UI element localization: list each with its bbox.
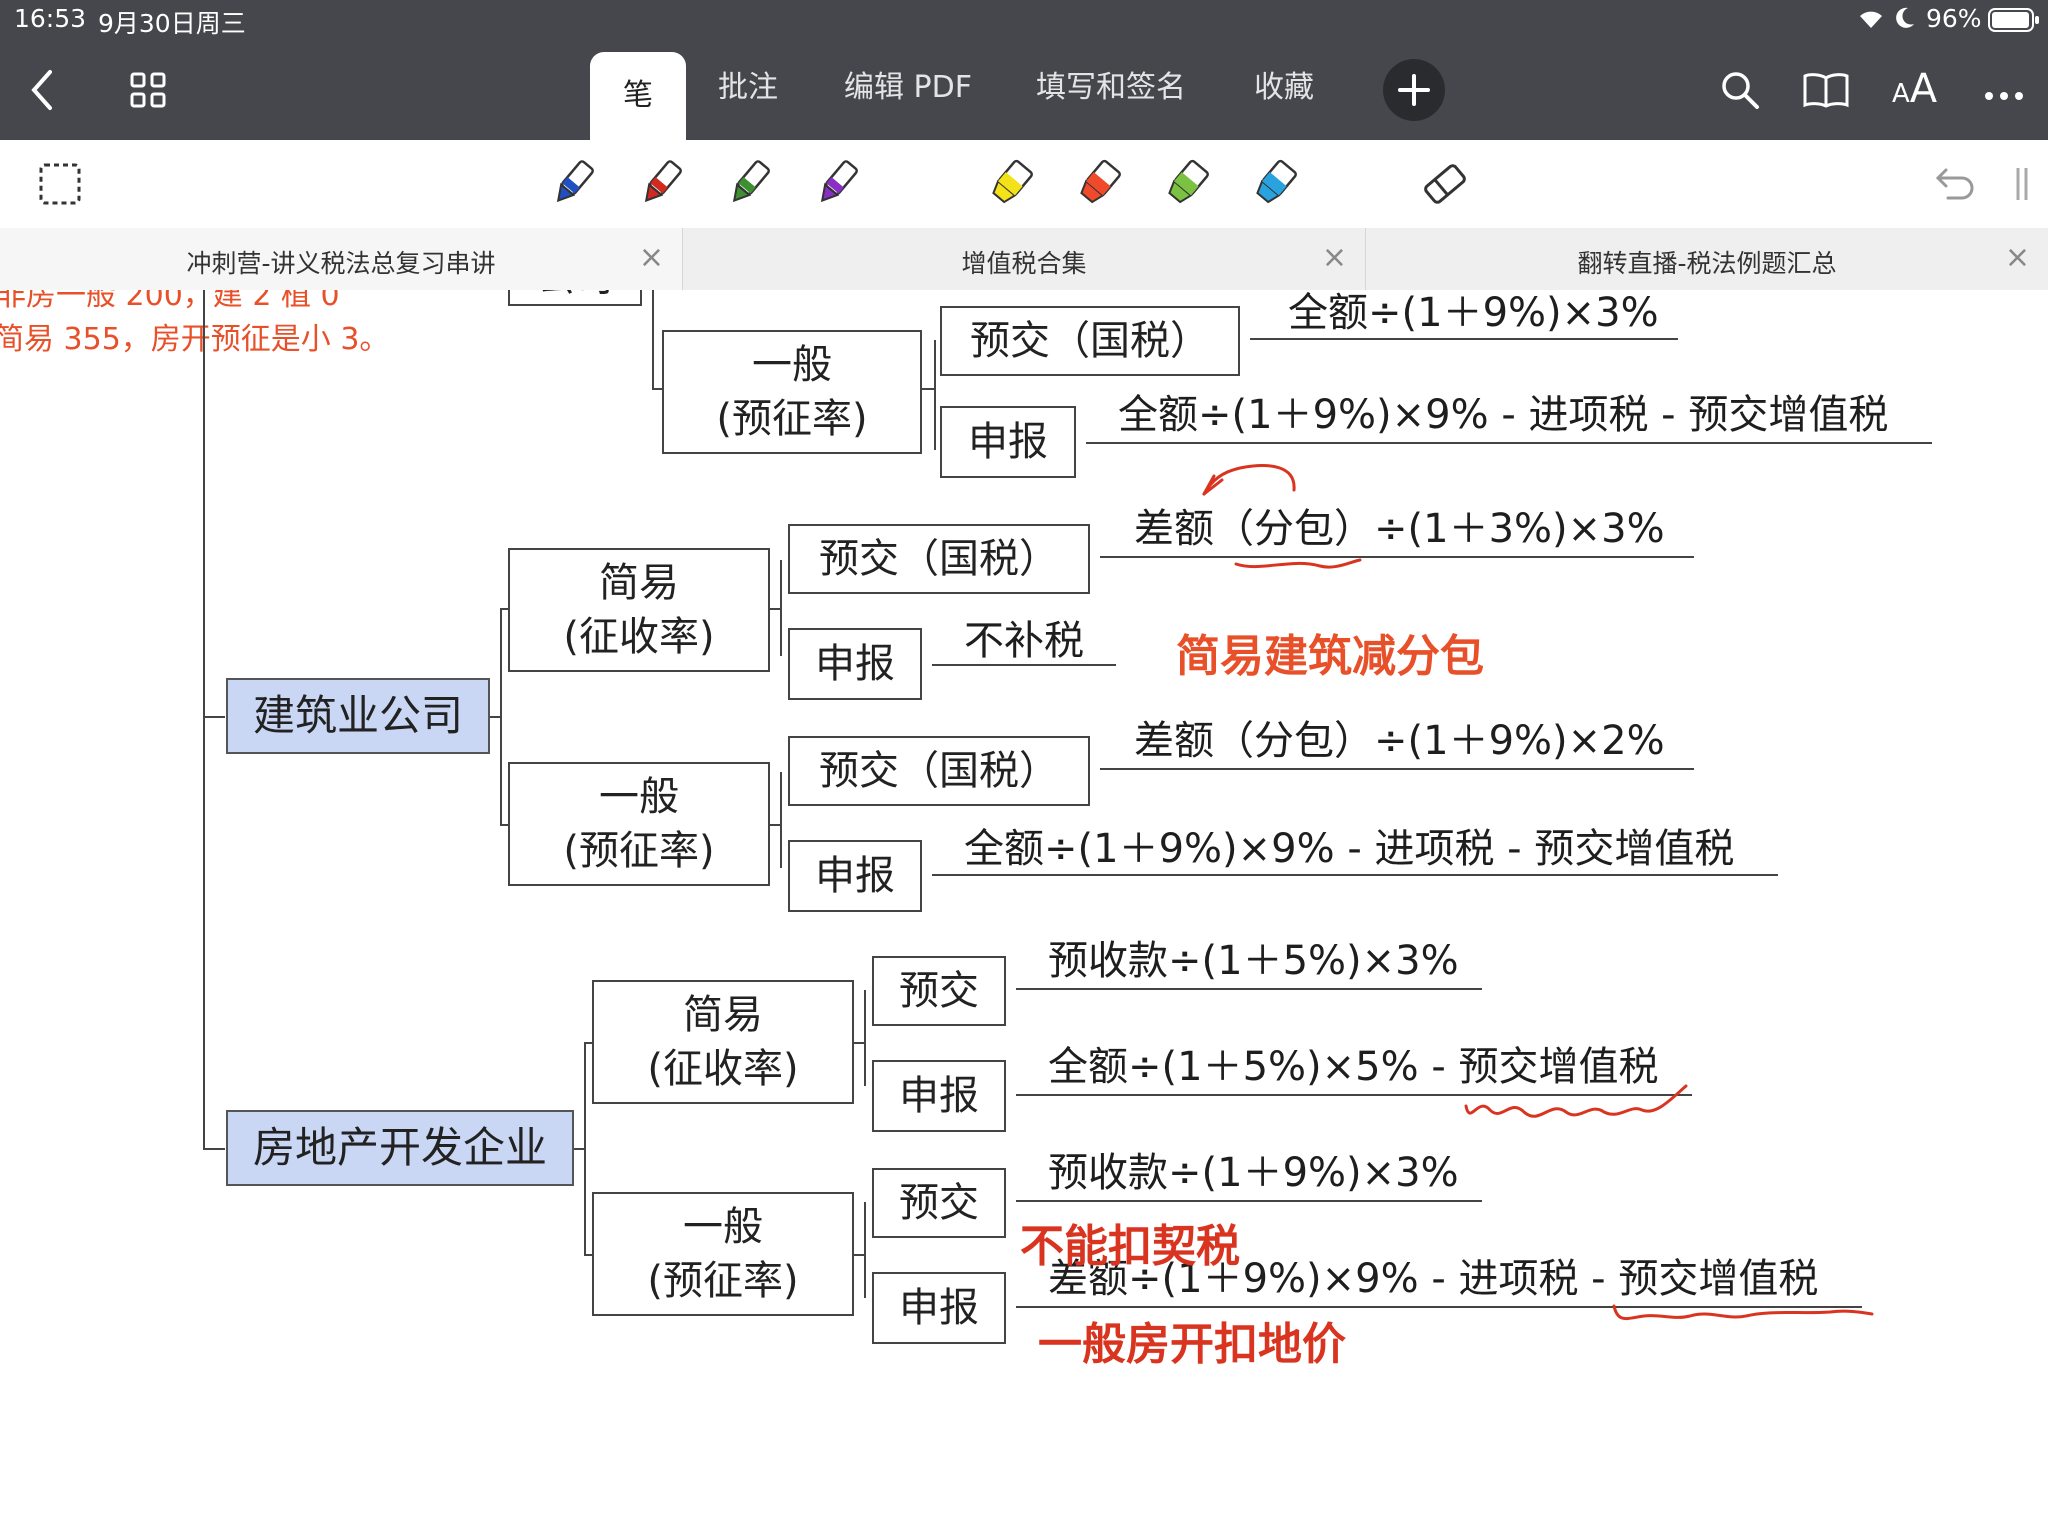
- moon-icon: [1894, 6, 1916, 34]
- tab-pen[interactable]: 笔: [590, 52, 686, 140]
- green-highlighter-icon[interactable]: [1160, 156, 1214, 214]
- doc-tab-1[interactable]: 冲刺营-讲义税法总复习串讲 ×: [0, 228, 683, 290]
- yellow-highlighter-icon[interactable]: [984, 156, 1038, 214]
- document-tabs: 冲刺营-讲义税法总复习串讲 × 增值税合集 × 翻转直播-税法例题汇总 ×: [0, 228, 2048, 290]
- tab-fill-sign[interactable]: 填写和签名: [1036, 62, 1186, 106]
- status-date: 9月30日周三: [98, 9, 246, 38]
- doc-tab-3-label: 翻转直播-税法例题汇总: [1577, 249, 1837, 278]
- blue-pen-icon[interactable]: [548, 156, 598, 214]
- blue-highlighter-icon[interactable]: [1248, 156, 1302, 214]
- wifi-icon: [1856, 6, 1886, 34]
- tab-pen-label: 笔: [623, 78, 653, 113]
- pen-toolbar: [0, 140, 2048, 229]
- grid-icon[interactable]: [130, 72, 166, 112]
- close-icon[interactable]: ×: [1322, 240, 1347, 275]
- purple-pen-icon[interactable]: [812, 156, 862, 214]
- text-size-icon[interactable]: AA: [1892, 66, 1937, 112]
- handle-icon[interactable]: [2014, 166, 2030, 206]
- doc-tab-3[interactable]: 翻转直播-税法例题汇总 ×: [1366, 228, 2048, 290]
- close-icon[interactable]: ×: [639, 240, 664, 275]
- battery-icon: [1988, 8, 2040, 36]
- more-icon[interactable]: [1984, 86, 2024, 105]
- doc-tab-2[interactable]: 增值税合集 ×: [683, 228, 1366, 290]
- ink-strokes: [1202, 464, 1874, 1320]
- doc-tab-1-label: 冲刺营-讲义税法总复习串讲: [186, 249, 496, 278]
- doc-tab-2-label: 增值税合集: [961, 249, 1087, 278]
- back-icon[interactable]: [28, 68, 56, 116]
- tab-annotate[interactable]: 批注: [718, 62, 778, 106]
- tab-edit-pdf[interactable]: 编辑 PDF: [844, 62, 972, 106]
- battery-percent: 96%: [1926, 4, 1982, 33]
- search-icon[interactable]: [1720, 70, 1760, 114]
- lasso-select-icon[interactable]: [38, 162, 82, 210]
- status-time: 16:53: [14, 4, 87, 33]
- close-icon[interactable]: ×: [2005, 240, 2030, 275]
- top-bar: 16:53 9月30日周三 96% 笔 批注 编辑 PDF 填写和签名 收藏 A…: [0, 0, 2048, 140]
- red-pen-icon[interactable]: [636, 156, 686, 214]
- pdf-page[interactable]: 非房一般 200，建 2 植 0 简易 355，房开预征是小 3。 公司 一般 …: [0, 290, 2048, 1536]
- green-pen-icon[interactable]: [724, 156, 774, 214]
- red-highlighter-icon[interactable]: [1072, 156, 1126, 214]
- book-icon[interactable]: [1802, 72, 1850, 112]
- eraser-icon[interactable]: [1420, 160, 1470, 212]
- add-icon[interactable]: [1382, 58, 1446, 126]
- tab-favorites[interactable]: 收藏: [1254, 62, 1314, 106]
- undo-icon[interactable]: [1934, 162, 1978, 206]
